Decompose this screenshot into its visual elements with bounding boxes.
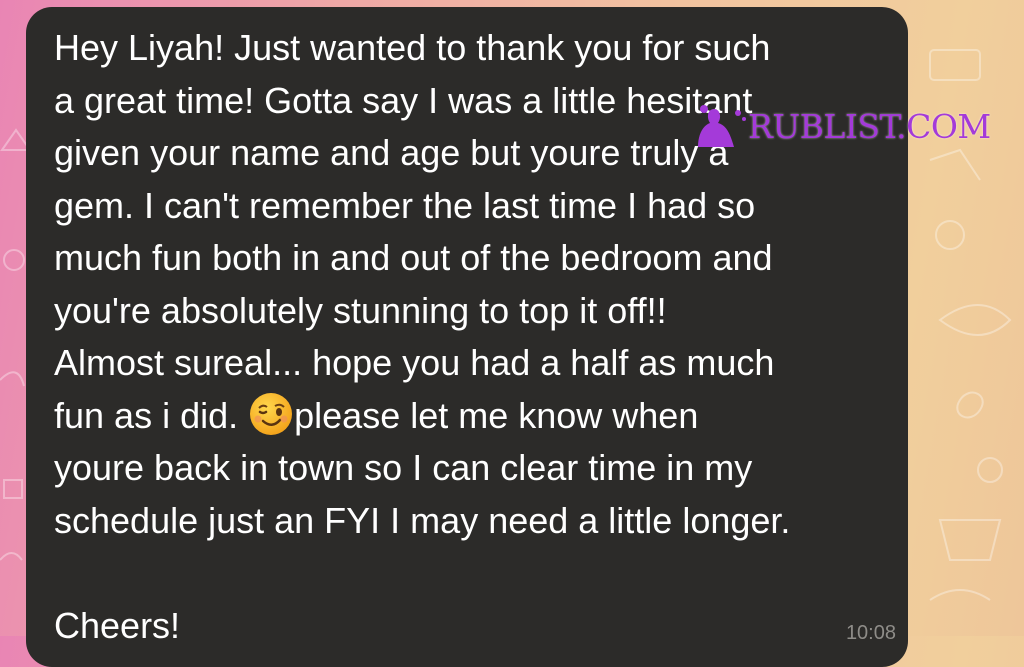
message-timestamp: 10:08	[845, 622, 896, 644]
message-line: Hey Liyah! Just wanted to thank you for …	[54, 27, 771, 68]
watermark-text: RUBLIST.COM	[748, 106, 991, 146]
message-line: schedule just an FYI I may need a little…	[54, 499, 791, 541]
message-line: much fun both in and out of the bedroom …	[54, 237, 773, 278]
message-line: gem. I can't remember the last time I ha…	[54, 184, 756, 226]
winking-face-icon	[250, 392, 293, 435]
message-line: Almost sureal... hope you had a half as …	[54, 342, 775, 383]
watermark-figure-icon	[698, 105, 746, 147]
message-line: youre back in town so I can clear time i…	[54, 447, 753, 488]
message-line	[54, 547, 884, 600]
message-line-with-emoji: fun as i did. please let me know when	[54, 390, 884, 443]
message-line-part: please let me know when	[294, 394, 699, 436]
watermark-logo: RUBLIST.COM	[692, 96, 991, 156]
message-line: you're absolutely stunning to top it off…	[54, 289, 667, 331]
message-line: Cheers!	[54, 604, 181, 646]
message-line-part: fun as i did.	[54, 394, 249, 436]
